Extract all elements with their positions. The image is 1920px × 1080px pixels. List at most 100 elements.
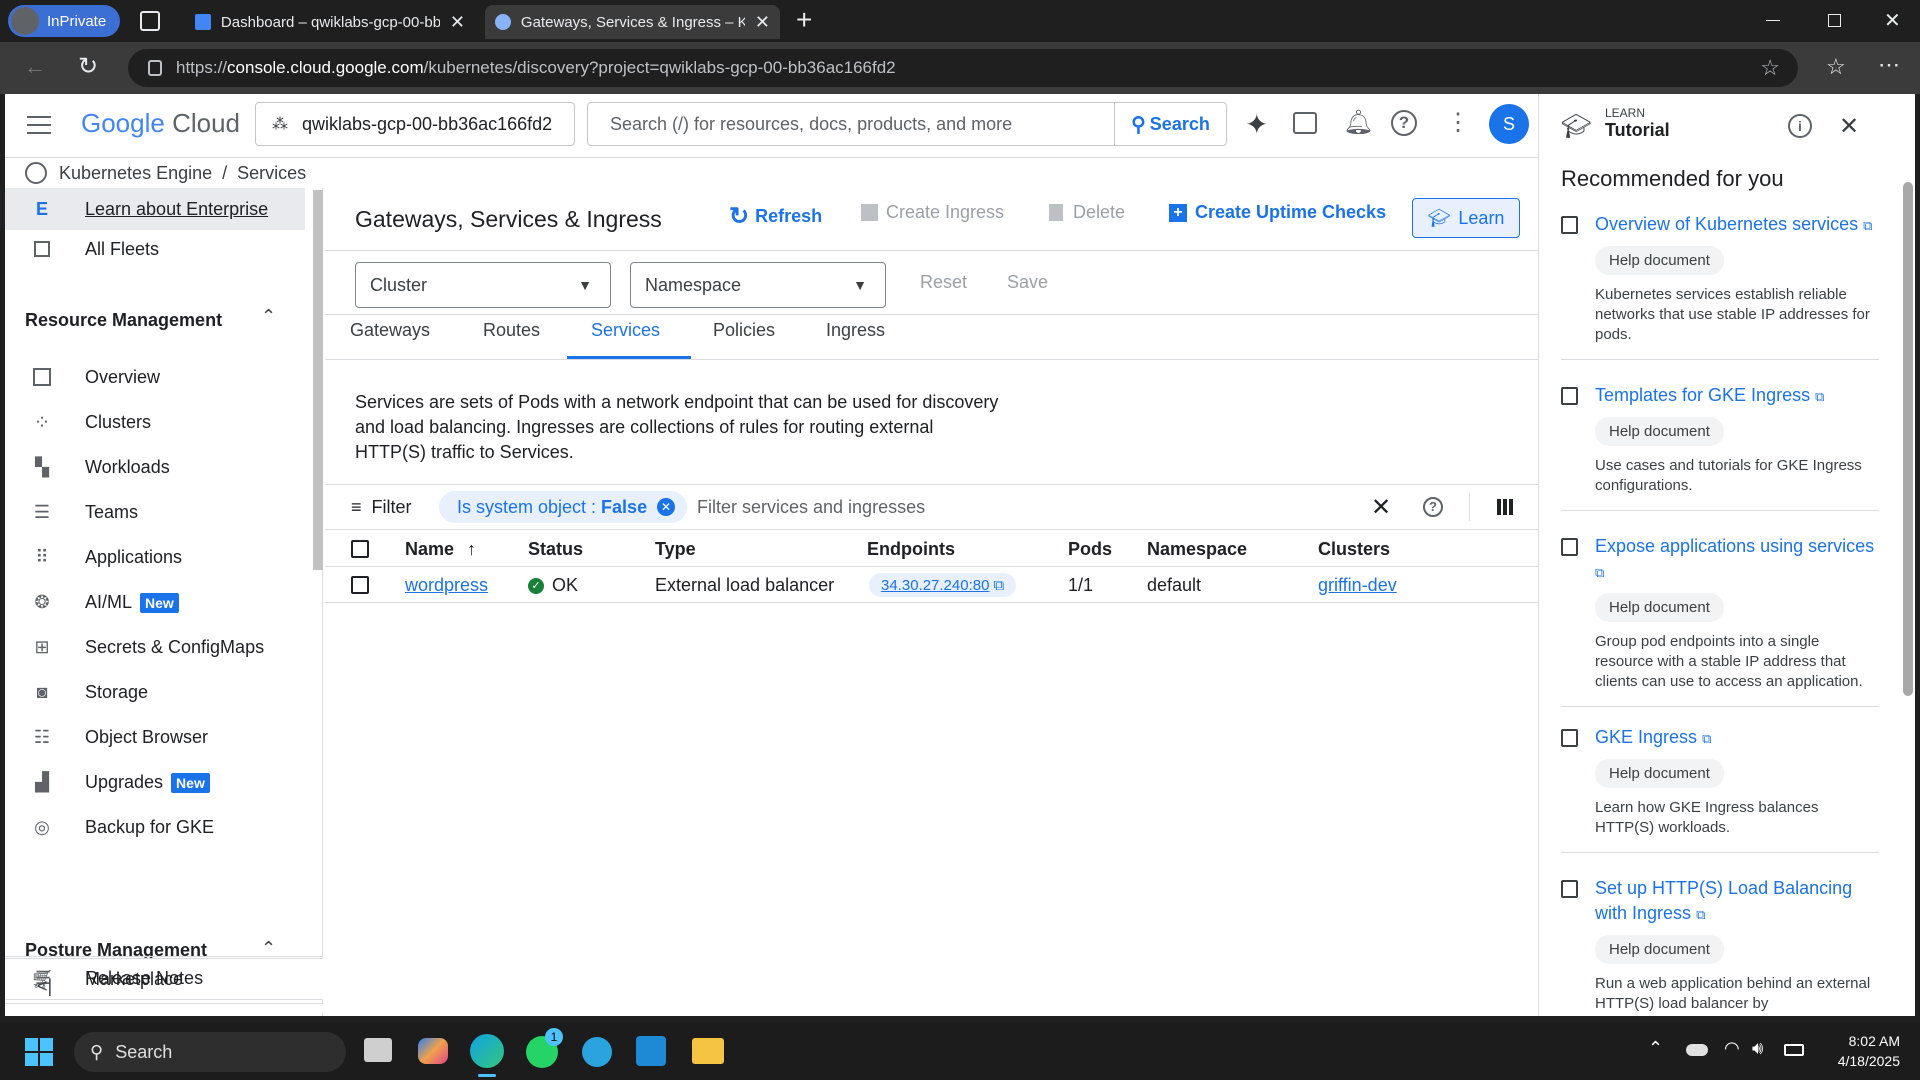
delete-button[interactable]: Delete (1049, 202, 1125, 223)
collapse-sidebar-icon[interactable]: <| (37, 976, 52, 997)
panel-scrollbar[interactable] (1903, 182, 1913, 696)
close-panel-icon[interactable]: ✕ (1839, 112, 1859, 141)
windows-start-icon[interactable] (25, 1038, 53, 1066)
url-field[interactable]: https://console.cloud.google.com/kuberne… (128, 49, 1798, 87)
tab-gateways[interactable]: Gateways, Services & Ingress – Ku ✕ (485, 5, 780, 39)
notifications-icon[interactable]: 🔔︎ (1343, 108, 1373, 137)
search-button[interactable]: ⚲ Search (1114, 103, 1226, 145)
taskbar-search[interactable]: ⚲ Search (74, 1032, 346, 1072)
close-tab-icon[interactable]: ✕ (755, 12, 770, 33)
column-type[interactable]: Type (655, 539, 696, 560)
cluster-select[interactable]: Cluster ▼ (355, 262, 611, 308)
filter-help-icon[interactable]: ? (1423, 497, 1443, 517)
task-view-icon[interactable] (364, 1038, 392, 1062)
sidebar-item-object-browser[interactable]: ☷ Object Browser (5, 716, 305, 758)
project-picker[interactable]: ⁂ qwiklabs-gcp-00-bb36ac166fd2 (255, 102, 575, 146)
gemini-icon[interactable]: ✦ (1245, 108, 1268, 141)
sidebar-item-clusters[interactable]: ⁘ Clusters (5, 401, 305, 443)
sidebar-item-overview[interactable]: Overview (5, 356, 305, 398)
cloud-shell-icon[interactable] (1293, 112, 1317, 134)
sidebar-scrollbar[interactable] (313, 190, 323, 570)
column-namespace[interactable]: Namespace (1147, 539, 1247, 560)
filter-chip[interactable]: Is system object : False ✕ (439, 491, 688, 523)
create-uptime-checks-button[interactable]: + Create Uptime Checks (1169, 202, 1386, 223)
close-window-icon[interactable]: ✕ (1884, 8, 1901, 33)
sidebar-item-ai-ml[interactable]: ❂ AI/ML New (5, 581, 305, 623)
filter-input[interactable]: Filter services and ingresses (697, 497, 925, 518)
chevron-up-icon[interactable]: ⌃ (261, 306, 276, 327)
sidebar-item-backup[interactable]: ◎ Backup for GKE (5, 806, 305, 848)
clock[interactable]: 8:02 AM 4/18/2025 (1822, 1031, 1900, 1071)
telegram-icon[interactable] (582, 1037, 612, 1067)
inprivate-button[interactable]: InPrivate (8, 5, 120, 37)
breadcrumb-product[interactable]: Kubernetes Engine (59, 163, 212, 184)
save-button[interactable]: Save (1007, 272, 1048, 293)
file-explorer-icon[interactable] (692, 1038, 724, 1064)
recommendation-link[interactable]: Expose applications using services ⧉ (1561, 534, 1879, 585)
learn-button[interactable]: 🎓︎ Learn (1412, 198, 1520, 238)
clear-filter-icon[interactable]: ✕ (1371, 493, 1391, 522)
row-checkbox[interactable] (351, 576, 369, 594)
sidebar-item-secrets[interactable]: ⊞ Secrets & ConfigMaps (5, 626, 305, 668)
sidebar-item-storage[interactable]: ◙ Storage (5, 671, 305, 713)
close-tab-icon[interactable]: ✕ (450, 12, 465, 33)
new-tab-icon[interactable]: + (796, 4, 812, 36)
recommendation-link[interactable]: Set up HTTP(S) Load Balancing with Ingre… (1561, 876, 1879, 927)
tab-gateways-view[interactable]: Gateways (350, 320, 430, 341)
minimize-icon[interactable] (1766, 20, 1780, 21)
main-menu-icon[interactable] (27, 116, 51, 134)
create-ingress-button[interactable]: Create Ingress (861, 202, 1004, 223)
account-avatar[interactable]: S (1489, 104, 1529, 144)
sidebar-item-enterprise[interactable]: E Learn about Enterprise (5, 188, 305, 230)
wifi-icon[interactable]: ◠ (1724, 1038, 1740, 1059)
battery-icon[interactable] (1784, 1044, 1804, 1056)
more-options-icon[interactable]: ⋮ (1446, 108, 1470, 137)
service-name-link[interactable]: wordpress (405, 575, 488, 596)
settings-more-icon[interactable]: ⋯ (1878, 52, 1900, 78)
section-resource-management[interactable]: Resource Management (25, 310, 222, 331)
help-icon[interactable]: ? (1391, 110, 1417, 136)
maximize-icon[interactable] (1828, 14, 1841, 27)
cluster-link[interactable]: griffin-dev (1318, 575, 1397, 596)
tab-services[interactable]: Services (591, 320, 660, 341)
tab-actions-icon[interactable] (140, 11, 160, 31)
select-all-checkbox[interactable] (351, 540, 369, 558)
recommendation-link[interactable]: GKE Ingress ⧉ (1561, 725, 1879, 751)
refresh-button[interactable]: ↻ Refresh (729, 202, 822, 231)
copilot-icon[interactable] (418, 1038, 448, 1064)
endpoint-chip[interactable]: 34.30.27.240:80 ⧉ (869, 573, 1017, 597)
favorites-icon[interactable]: ☆ (1826, 54, 1846, 80)
google-cloud-logo[interactable]: Google Cloud (81, 108, 240, 139)
onedrive-icon[interactable] (1686, 1044, 1708, 1056)
column-endpoints[interactable]: Endpoints (867, 539, 955, 560)
info-icon[interactable]: i (1788, 114, 1812, 138)
recommendation-link[interactable]: Templates for GKE Ingress ⧉ (1561, 383, 1879, 409)
edge-icon[interactable] (470, 1034, 504, 1068)
sidebar-item-applications[interactable]: ⠿ Applications (5, 536, 305, 578)
reset-button[interactable]: Reset (920, 272, 967, 293)
sidebar-item-release-notes[interactable] (5, 1003, 323, 1013)
column-display-icon[interactable] (1497, 499, 1513, 515)
recommendation-link[interactable]: Overview of Kubernetes services ⧉ (1561, 212, 1879, 238)
tab-ingress[interactable]: Ingress (826, 320, 885, 341)
sidebar-item-teams[interactable]: ☰ Teams (5, 491, 305, 533)
search-bar[interactable]: Search (/) for resources, docs, products… (587, 102, 1227, 146)
show-hidden-icons[interactable]: ⌃ (1648, 1038, 1663, 1059)
release-notes-row[interactable]: ☰ Release Notes (5, 956, 323, 1000)
column-name[interactable]: Name ↑ (405, 539, 476, 560)
namespace-select[interactable]: Namespace ▼ (630, 262, 886, 308)
sidebar-item-workloads[interactable]: ▚ Workloads (5, 446, 305, 488)
sidebar-item-upgrades[interactable]: ▟ Upgrades New (5, 761, 305, 803)
filter-button[interactable]: ≡ Filter (351, 497, 412, 518)
vscode-icon[interactable] (636, 1036, 666, 1066)
back-icon[interactable]: ← (24, 54, 46, 80)
sidebar-item-all-fleets[interactable]: All Fleets (5, 228, 305, 270)
tab-routes[interactable]: Routes (483, 320, 540, 341)
column-pods[interactable]: Pods (1068, 539, 1112, 560)
tab-policies[interactable]: Policies (713, 320, 775, 341)
reload-icon[interactable]: ↻ (78, 52, 98, 81)
volume-icon[interactable]: 🔊︎ (1752, 1038, 1763, 1059)
column-clusters[interactable]: Clusters (1318, 539, 1390, 560)
favorite-star-icon[interactable]: ☆ (1760, 55, 1780, 81)
tab-dashboard[interactable]: Dashboard – qwiklabs-gcp-00-bb ✕ (185, 5, 475, 39)
